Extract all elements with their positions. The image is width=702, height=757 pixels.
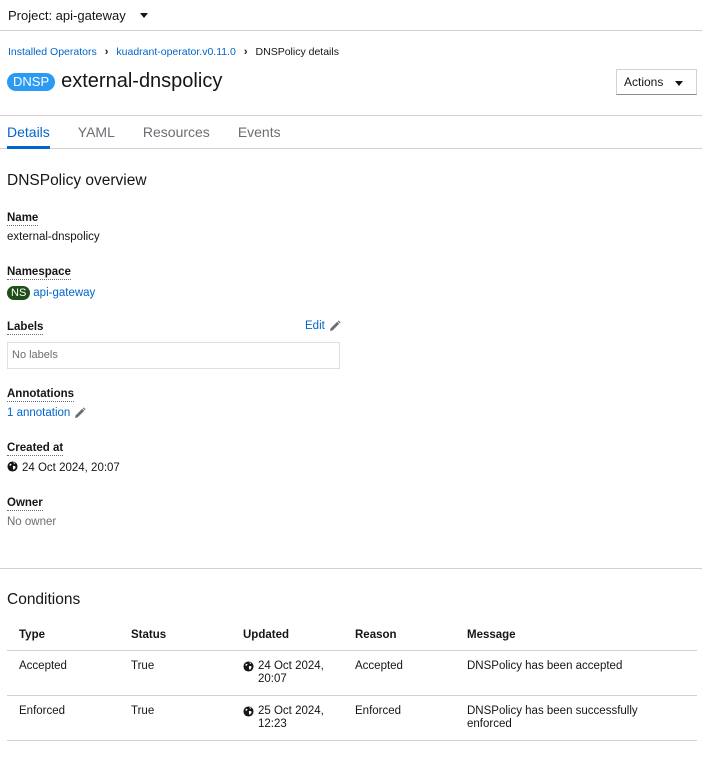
chevron-right-icon: › bbox=[104, 46, 109, 58]
annotations-count: 1 annotation bbox=[7, 407, 71, 419]
edit-labels-button[interactable]: Edit bbox=[305, 320, 341, 332]
created-at-value: 24 Oct 2024, 20:07 bbox=[7, 461, 120, 474]
column-header-type[interactable]: Type bbox=[7, 623, 119, 651]
globe-icon bbox=[243, 705, 254, 717]
globe-icon bbox=[243, 660, 254, 672]
column-header-updated[interactable]: Updated bbox=[231, 623, 343, 651]
namespace-value: NS api-gateway bbox=[7, 286, 95, 300]
cell-status: True bbox=[119, 695, 231, 741]
chevron-right-icon: › bbox=[243, 46, 248, 58]
name-value: external-dnspolicy bbox=[7, 231, 100, 243]
annotations-link[interactable]: 1 annotation bbox=[7, 407, 86, 419]
tab-yaml[interactable]: YAML bbox=[78, 116, 115, 149]
cell-updated-text: 24 Oct 2024, 20:07 bbox=[258, 659, 324, 685]
overview-heading: DNSPolicy overview bbox=[7, 172, 147, 189]
column-header-reason[interactable]: Reason bbox=[343, 623, 455, 651]
breadcrumb-current: DNSPolicy details bbox=[255, 46, 339, 58]
section-divider bbox=[0, 568, 702, 569]
cell-reason: Accepted bbox=[343, 650, 455, 696]
cell-reason: Enforced bbox=[343, 695, 455, 741]
breadcrumb-operator[interactable]: kuadrant-operator.v0.11.0 bbox=[116, 46, 235, 58]
edit-labels-label: Edit bbox=[305, 320, 325, 332]
cell-status: True bbox=[119, 650, 231, 696]
breadcrumb: Installed Operators › kuadrant-operator.… bbox=[8, 46, 339, 58]
annotations-label: Annotations bbox=[7, 388, 75, 402]
cell-type: Accepted bbox=[7, 650, 119, 696]
page-header: DNSP external-dnspolicy bbox=[7, 70, 222, 93]
cell-updated: 25 Oct 2024, 12:23 bbox=[231, 695, 343, 741]
tab-details[interactable]: Details bbox=[7, 116, 50, 149]
actions-dropdown[interactable]: Actions bbox=[616, 69, 697, 95]
namespace-badge: NS bbox=[7, 286, 31, 300]
cell-updated-text: 25 Oct 2024, 12:23 bbox=[258, 704, 324, 730]
globe-icon bbox=[7, 461, 18, 472]
owner-value: No owner bbox=[7, 516, 57, 528]
labels-empty-text: No labels bbox=[12, 349, 58, 361]
cell-message: DNSPolicy has been accepted bbox=[455, 650, 697, 696]
page-title: external-dnspolicy bbox=[61, 70, 223, 92]
tab-resources[interactable]: Resources bbox=[143, 116, 210, 149]
name-label: Name bbox=[7, 212, 39, 226]
caret-down-icon bbox=[139, 12, 148, 18]
cell-type: Enforced bbox=[7, 695, 119, 741]
resource-kind-badge: DNSP bbox=[7, 72, 56, 91]
table-row: Enforced True 25 Oct 2024, 12:23 Enforce… bbox=[7, 695, 697, 741]
table-header-row: Type Status Updated Reason Message bbox=[7, 623, 697, 651]
conditions-table: Type Status Updated Reason Message Accep… bbox=[7, 623, 697, 741]
pencil-icon bbox=[75, 407, 86, 418]
created-at-label: Created at bbox=[7, 442, 64, 456]
labels-label: Labels bbox=[7, 321, 44, 335]
cell-updated: 24 Oct 2024, 20:07 bbox=[231, 650, 343, 696]
tab-events[interactable]: Events bbox=[238, 116, 281, 149]
namespace-label: Namespace bbox=[7, 266, 71, 280]
project-selector-label: Project: api-gateway bbox=[8, 7, 126, 23]
column-header-message[interactable]: Message bbox=[455, 623, 697, 651]
created-at-text: 24 Oct 2024, 20:07 bbox=[22, 462, 120, 474]
table-row: Accepted True 24 Oct 2024, 20:07 Accepte… bbox=[7, 650, 697, 696]
column-header-status[interactable]: Status bbox=[119, 623, 231, 651]
owner-label: Owner bbox=[7, 497, 43, 511]
labels-box: No labels bbox=[7, 342, 340, 369]
breadcrumb-installed-operators[interactable]: Installed Operators bbox=[8, 46, 97, 58]
namespace-link[interactable]: api-gateway bbox=[33, 287, 95, 299]
tab-bar: Details YAML Resources Events bbox=[0, 115, 702, 149]
cell-message: DNSPolicy has been successfully enforced bbox=[455, 695, 697, 741]
project-selector[interactable]: Project: api-gateway bbox=[0, 0, 702, 31]
actions-label: Actions bbox=[624, 75, 664, 89]
conditions-heading: Conditions bbox=[7, 591, 81, 608]
pencil-icon bbox=[329, 320, 341, 331]
caret-down-icon bbox=[675, 81, 683, 86]
